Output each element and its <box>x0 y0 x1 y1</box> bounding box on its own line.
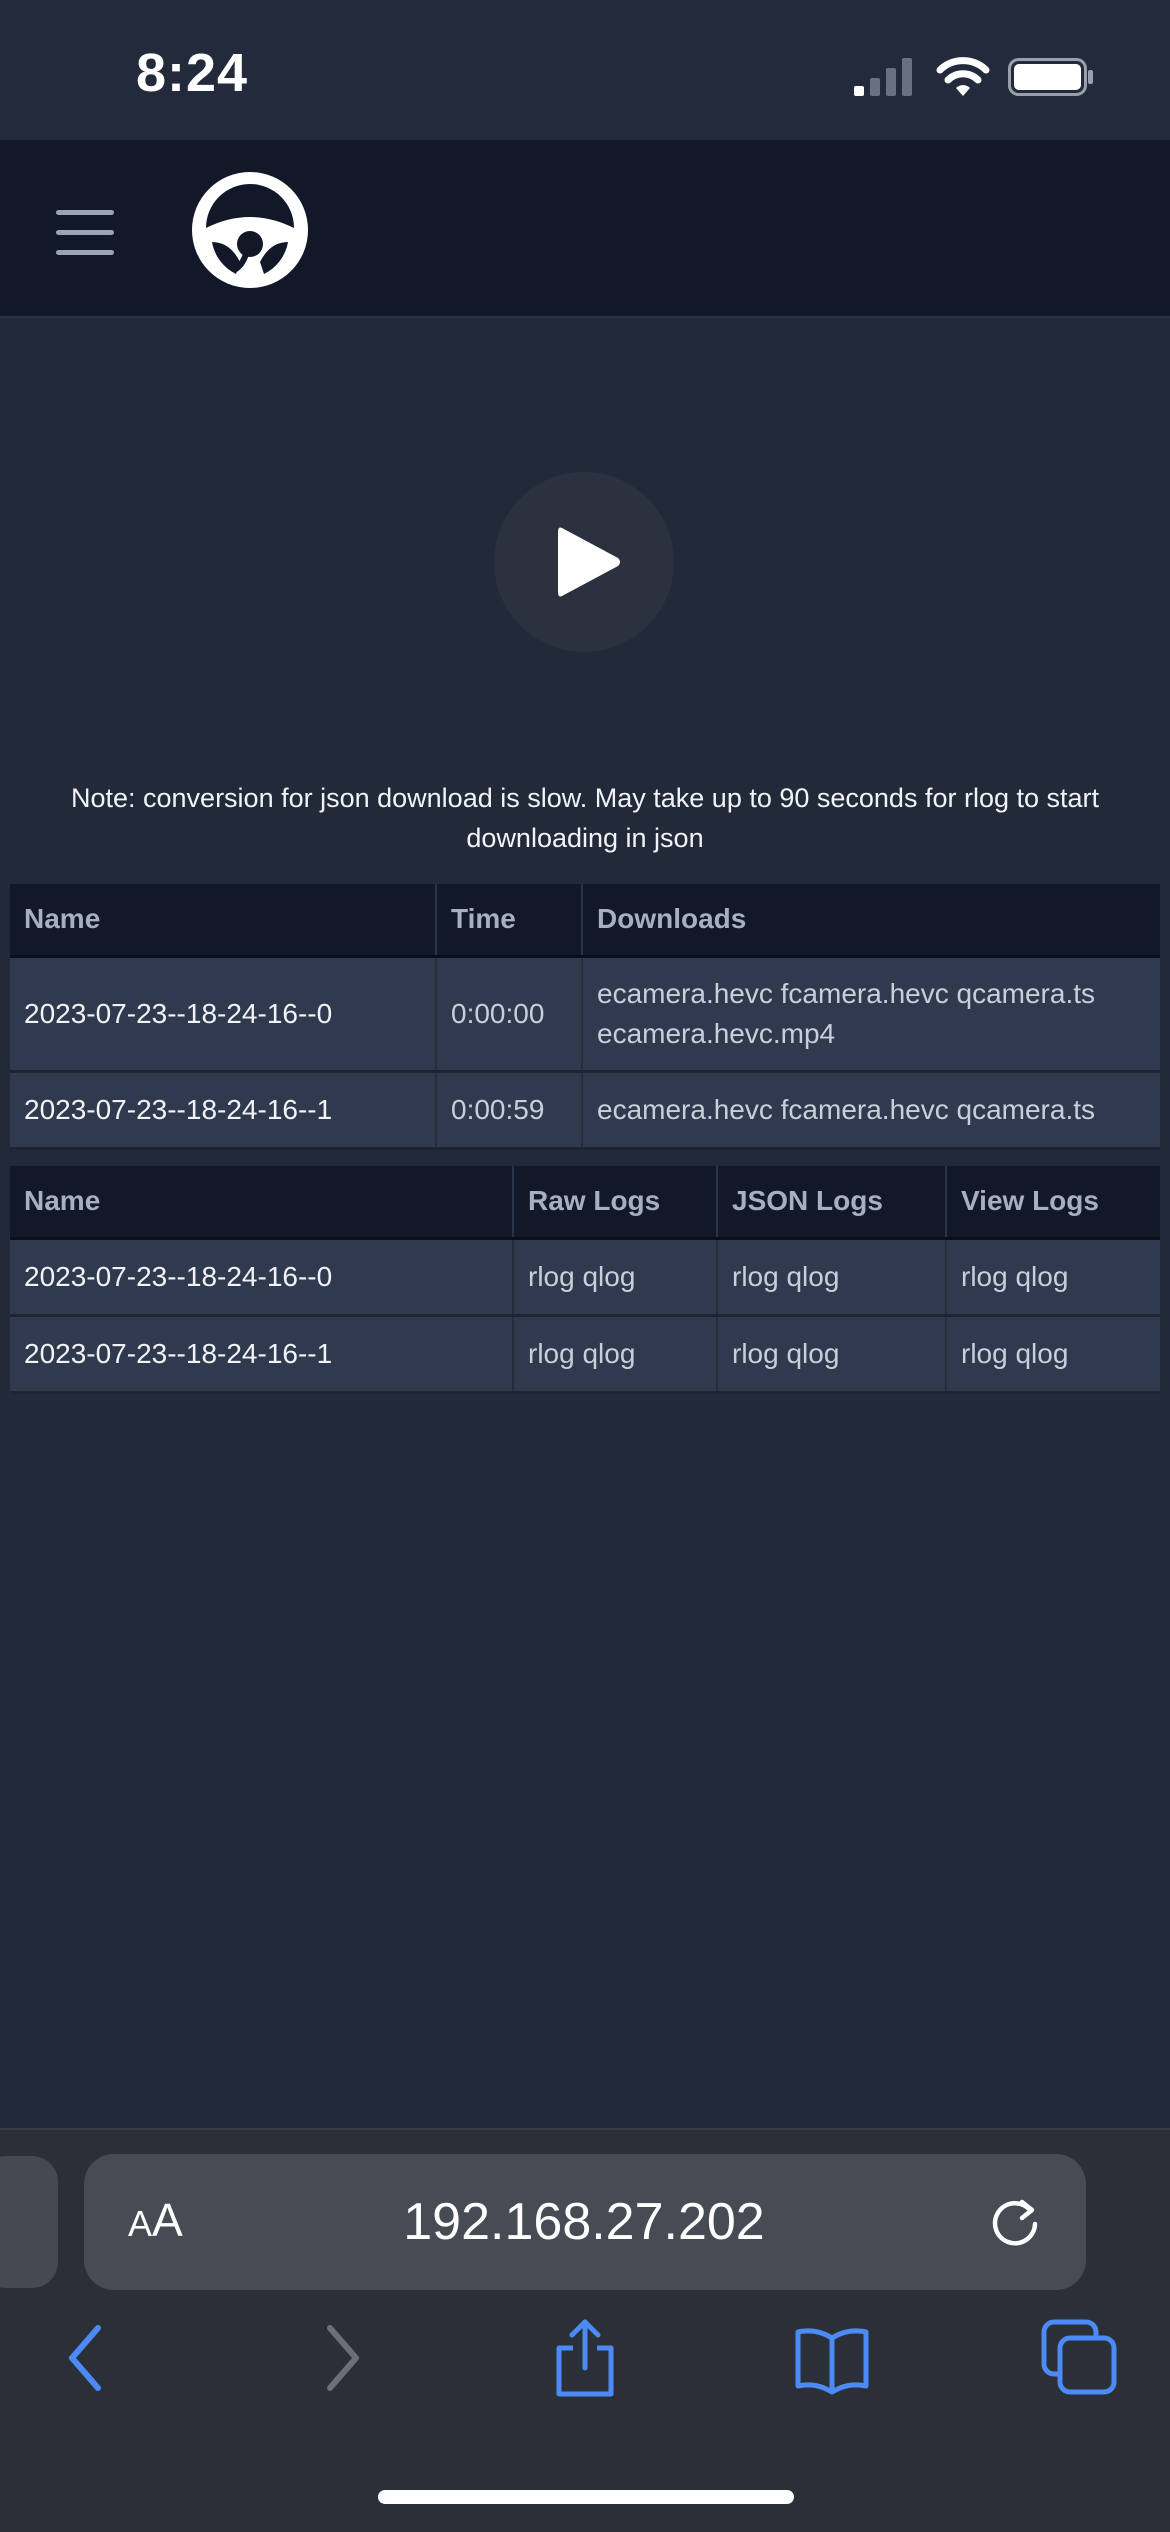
downloads-cell: ecamera.hevc fcamera.hevc qcamera.ts <box>582 1071 1160 1150</box>
navbar <box>0 140 1170 318</box>
column-header-name: Name <box>10 1166 514 1240</box>
bookmarks-icon[interactable] <box>792 2318 872 2398</box>
table-header-row: Name Raw Logs JSON Logs View Logs <box>10 1166 1160 1240</box>
play-icon <box>558 527 620 597</box>
raw-logs-cell: rlog qlog <box>513 1315 718 1394</box>
home-indicator <box>378 2490 794 2504</box>
view-logs-cell: rlog qlog <box>946 1315 1160 1394</box>
status-time: 8:24 <box>136 43 249 103</box>
download-link-fcamera-hevc[interactable]: fcamera.hevc <box>781 1094 949 1125</box>
cellular-signal-icon <box>854 58 912 96</box>
json-qlog-link[interactable]: qlog <box>786 1338 839 1369</box>
download-link-ecamera-hevc[interactable]: ecamera.hevc <box>597 1094 773 1125</box>
view-rlog-link[interactable]: rlog <box>961 1261 1008 1292</box>
back-icon[interactable] <box>48 2318 128 2398</box>
tabs-icon[interactable] <box>1040 2318 1120 2398</box>
column-header-view-logs: View Logs <box>946 1166 1160 1240</box>
table-row: 2023-07-23--18-24-16--0 rlog qlog rlog q… <box>10 1238 1160 1317</box>
reload-icon[interactable] <box>988 2194 1044 2250</box>
segments-table: Name Time Downloads 2023-07-23--18-24-16… <box>10 884 1160 1150</box>
steering-wheel-icon[interactable] <box>190 170 310 290</box>
column-header-name: Name <box>10 884 437 958</box>
segment-name: 2023-07-23--18-24-16--1 <box>10 1071 437 1150</box>
table-row: 2023-07-23--18-24-16--1 0:00:59 ecamera.… <box>10 1071 1160 1150</box>
downloads-cell: ecamera.hevc fcamera.hevc qcamera.ts eca… <box>582 956 1160 1073</box>
hamburger-menu-icon[interactable] <box>52 210 118 256</box>
raw-rlog-link[interactable]: rlog <box>528 1261 575 1292</box>
json-logs-cell: rlog qlog <box>717 1238 947 1317</box>
video-play-button[interactable] <box>494 472 674 652</box>
download-link-ecamera-mp4[interactable]: ecamera.hevc.mp4 <box>597 1018 835 1049</box>
json-rlog-link[interactable]: rlog <box>732 1338 779 1369</box>
segment-time: 0:00:00 <box>436 956 583 1073</box>
segment-name: 2023-07-23--18-24-16--0 <box>10 956 437 1073</box>
column-header-time: Time <box>436 884 583 958</box>
json-conversion-note: Note: conversion for json download is sl… <box>70 783 1100 853</box>
segment-name: 2023-07-23--18-24-16--0 <box>10 1238 514 1317</box>
view-qlog-link[interactable]: qlog <box>1015 1261 1068 1292</box>
text-size-button[interactable]: AA <box>128 2192 183 2252</box>
previous-tab-preview[interactable] <box>0 2156 58 2288</box>
status-bar: 8:24 <box>0 0 1170 140</box>
table-header-row: Name Time Downloads <box>10 884 1160 958</box>
download-link-qcamera-ts[interactable]: qcamera.ts <box>957 1094 1096 1125</box>
wifi-icon <box>936 57 990 96</box>
segment-name: 2023-07-23--18-24-16--1 <box>10 1315 514 1394</box>
view-logs-cell: rlog qlog <box>946 1238 1160 1317</box>
battery-icon <box>1008 58 1093 96</box>
json-rlog-link[interactable]: rlog <box>732 1261 779 1292</box>
raw-logs-cell: rlog qlog <box>513 1238 718 1317</box>
raw-qlog-link[interactable]: qlog <box>582 1261 635 1292</box>
url-text: 192.168.27.202 <box>403 2193 765 2251</box>
logs-table: Name Raw Logs JSON Logs View Logs 2023-0… <box>10 1166 1160 1394</box>
raw-qlog-link[interactable]: qlog <box>582 1338 635 1369</box>
column-header-raw-logs: Raw Logs <box>513 1166 718 1240</box>
forward-icon[interactable] <box>300 2318 380 2398</box>
column-header-json-logs: JSON Logs <box>717 1166 947 1240</box>
json-qlog-link[interactable]: qlog <box>786 1261 839 1292</box>
table-row: 2023-07-23--18-24-16--1 rlog qlog rlog q… <box>10 1315 1160 1394</box>
segment-time: 0:00:59 <box>436 1071 583 1150</box>
raw-rlog-link[interactable]: rlog <box>528 1338 575 1369</box>
download-link-ecamera-hevc[interactable]: ecamera.hevc <box>597 978 773 1009</box>
view-rlog-link[interactable]: rlog <box>961 1338 1008 1369</box>
table-row: 2023-07-23--18-24-16--0 0:00:00 ecamera.… <box>10 956 1160 1073</box>
download-link-fcamera-hevc[interactable]: fcamera.hevc <box>781 978 949 1009</box>
share-icon[interactable] <box>545 2318 625 2398</box>
json-logs-cell: rlog qlog <box>717 1315 947 1394</box>
download-link-qcamera-ts[interactable]: qcamera.ts <box>957 978 1096 1009</box>
column-header-downloads: Downloads <box>582 884 1160 958</box>
address-bar[interactable]: AA 192.168.27.202 <box>84 2154 1086 2290</box>
view-qlog-link[interactable]: qlog <box>1015 1338 1068 1369</box>
